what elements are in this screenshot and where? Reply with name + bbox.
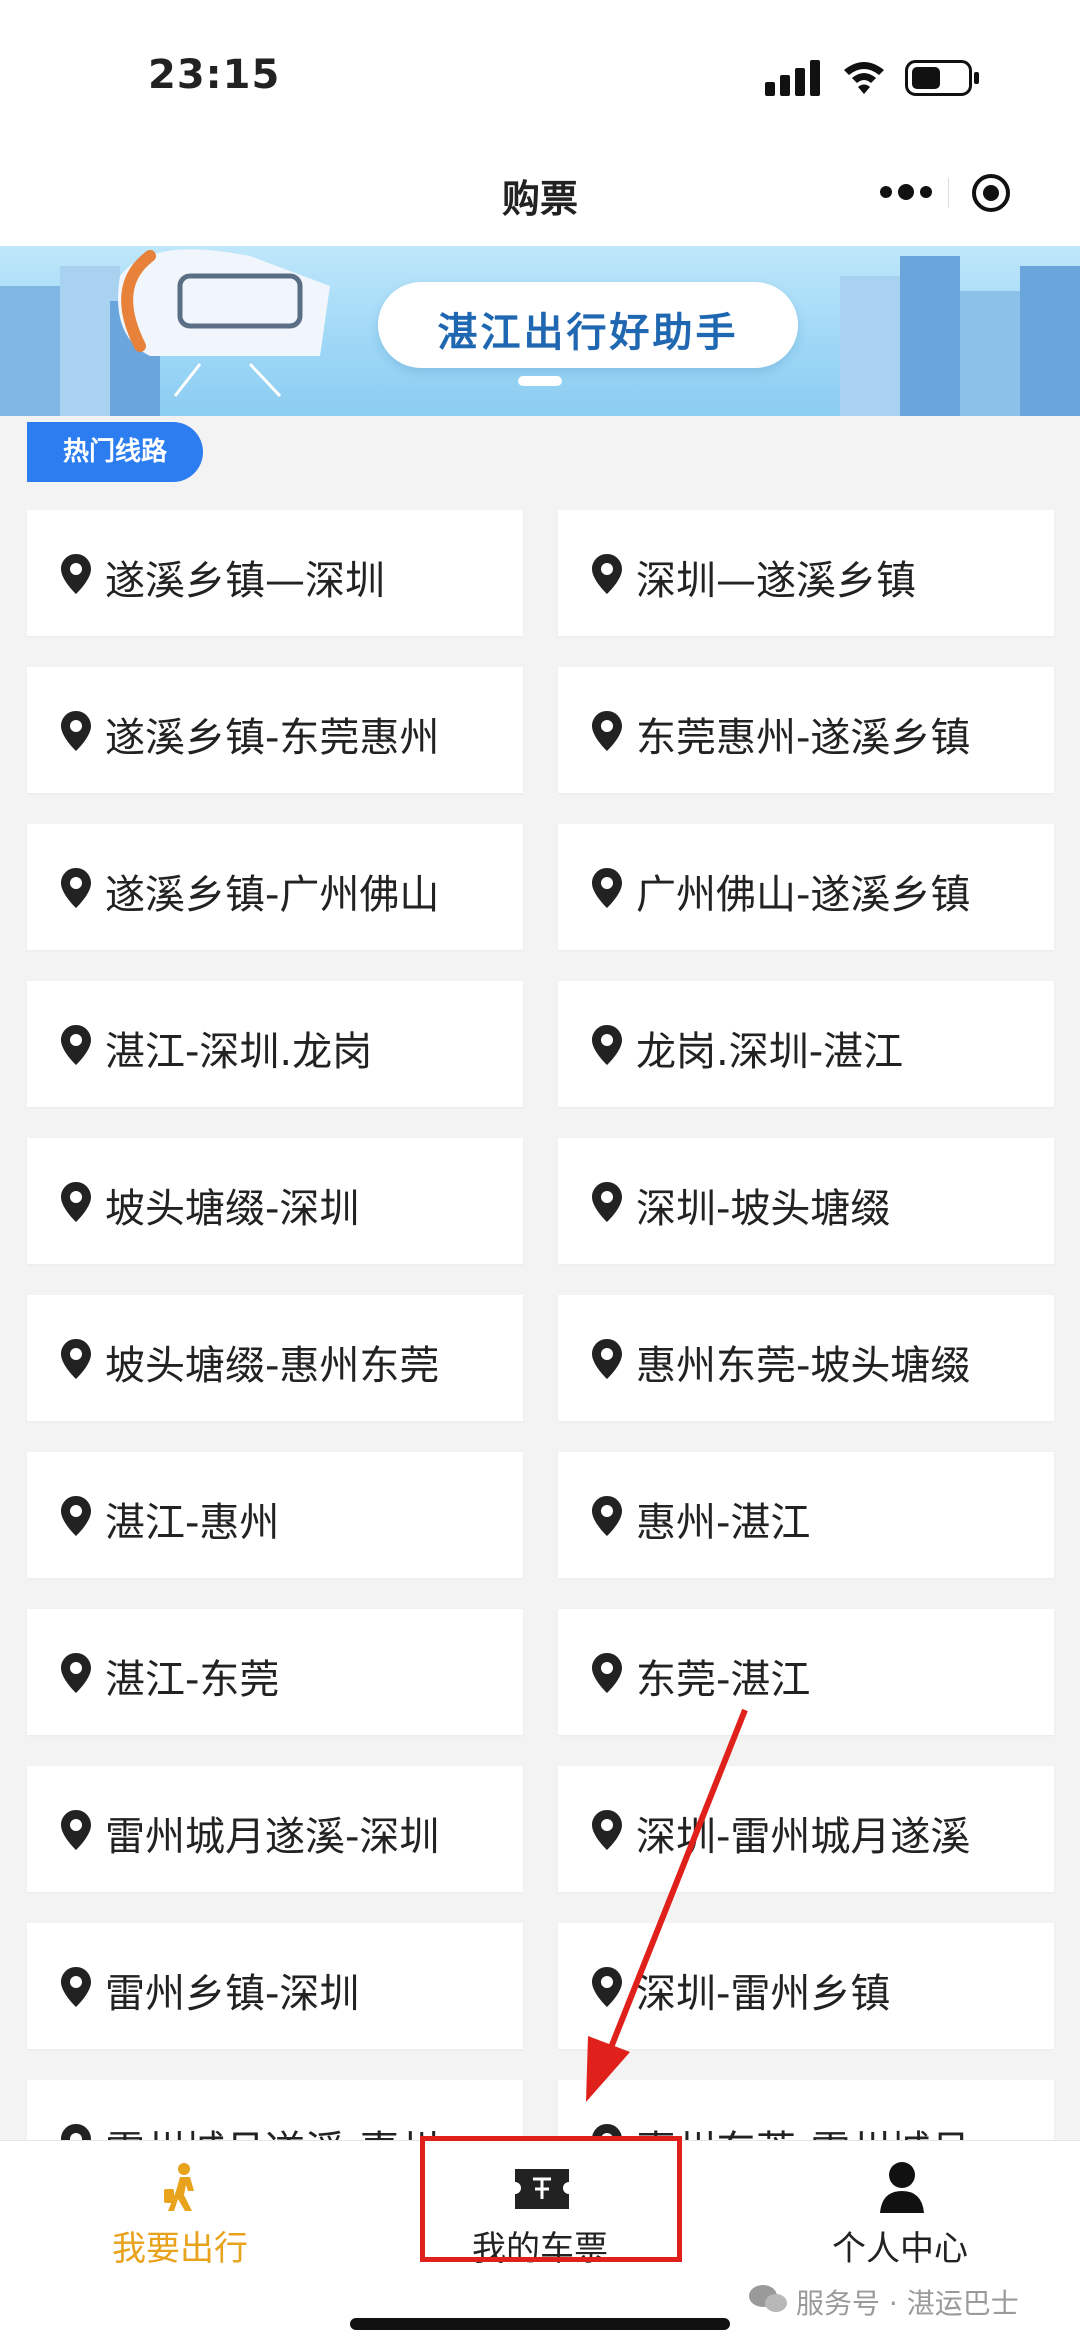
route-label: 东莞惠州-遂溪乡镇: [636, 715, 971, 761]
location-pin-icon: [592, 711, 622, 751]
location-pin-icon: [61, 1496, 91, 1536]
close-mini-program-icon[interactable]: [970, 172, 1012, 214]
route-card[interactable]: 深圳—遂溪乡镇: [558, 510, 1054, 636]
battery-icon: [905, 60, 979, 96]
route-label: 深圳-雷州城月遂溪: [636, 1814, 971, 1860]
location-pin-icon: [61, 1810, 91, 1850]
route-card[interactable]: 遂溪乡镇-广州佛山: [27, 824, 523, 950]
status-time: 23:15: [148, 52, 281, 98]
route-card[interactable]: 坡头塘缀-深圳: [27, 1138, 523, 1264]
route-label: 雷州城月遂溪-惠州: [105, 2118, 439, 2140]
location-pin-icon: [61, 554, 91, 594]
route-grid: 遂溪乡镇—深圳 深圳—遂溪乡镇 遂溪乡镇-东莞惠州 东莞惠州-遂溪乡镇 遂溪乡镇…: [0, 510, 1080, 2140]
location-pin-icon: [592, 1810, 622, 1850]
route-label: 遂溪乡镇-东莞惠州: [105, 715, 440, 761]
route-card[interactable]: 东莞惠州-遂溪乡镇: [558, 667, 1054, 793]
capsule-divider: [948, 178, 949, 208]
route-label: 深圳-坡头塘缀: [636, 1186, 891, 1232]
route-card[interactable]: 遂溪乡镇—深圳: [27, 510, 523, 636]
route-card[interactable]: 东莞-湛江: [558, 1609, 1054, 1735]
route-card[interactable]: 坡头塘缀-惠州东莞: [27, 1295, 523, 1421]
location-pin-icon: [61, 2124, 91, 2140]
route-card[interactable]: 深圳-雷州城月遂溪: [558, 1766, 1054, 1892]
route-label: 雷州乡镇-深圳: [105, 1971, 360, 2017]
location-pin-icon: [61, 1182, 91, 1222]
location-pin-icon: [61, 711, 91, 751]
route-label: 惠州东莞-雷州城月: [636, 2118, 970, 2140]
route-label: 湛江-东莞: [105, 1657, 280, 1703]
banner-slogan-pill: 湛江出行好助手: [378, 282, 798, 368]
more-options-icon[interactable]: [878, 184, 934, 200]
route-label: 惠州-湛江: [636, 1500, 811, 1546]
promo-banner[interactable]: 湛江出行好助手: [0, 246, 1080, 416]
route-card[interactable]: 龙岗.深圳-湛江: [558, 981, 1054, 1107]
route-label: 湛江-惠州: [105, 1500, 280, 1546]
tab-profile[interactable]: 个人中心: [720, 2141, 1080, 2281]
location-pin-icon: [592, 1025, 622, 1065]
route-card[interactable]: 遂溪乡镇-东莞惠州: [27, 667, 523, 793]
navigation-bar: 购票: [0, 150, 1080, 246]
banner-slogan: 湛江出行好助手: [437, 310, 739, 356]
route-label: 东莞-湛江: [636, 1657, 811, 1703]
tab-go-travel[interactable]: 我要出行: [0, 2141, 360, 2281]
location-pin-icon: [61, 868, 91, 908]
route-card[interactable]: 雷州城月遂溪-深圳: [27, 1766, 523, 1892]
location-pin-icon: [61, 1339, 91, 1379]
route-label: 惠州东莞-坡头塘缀: [636, 1343, 971, 1389]
person-icon: [880, 2162, 924, 2213]
tab-label: 我要出行: [112, 2229, 248, 2269]
location-pin-icon: [592, 1496, 622, 1536]
route-label: 湛江-深圳.龙岗: [105, 1029, 373, 1075]
route-card[interactable]: 惠州-湛江: [558, 1452, 1054, 1578]
route-card[interactable]: 雷州城月遂溪-惠州: [27, 2080, 523, 2140]
location-pin-icon: [592, 554, 622, 594]
route-label: 龙岗.深圳-湛江: [636, 1029, 904, 1075]
route-card[interactable]: 惠州东莞-雷州城月: [558, 2080, 1054, 2140]
wifi-icon: [844, 62, 884, 94]
route-label: 遂溪乡镇—深圳: [105, 558, 385, 604]
status-bar: 23:15: [0, 0, 1080, 150]
wechat-icon: [749, 2285, 787, 2312]
location-pin-icon: [592, 1339, 622, 1379]
route-card[interactable]: 惠州东莞-坡头塘缀: [558, 1295, 1054, 1421]
location-pin-icon: [592, 868, 622, 908]
location-pin-icon: [61, 1967, 91, 2007]
watermark-text: 服务号 · 湛运巴士: [796, 2287, 1019, 2320]
tab-label: 个人中心: [832, 2229, 968, 2269]
home-indicator: [350, 2318, 730, 2330]
route-card[interactable]: 深圳-雷州乡镇: [558, 1923, 1054, 2049]
walking-person-icon: [164, 2163, 194, 2211]
popular-routes-badge: 热门线路: [27, 422, 203, 482]
location-pin-icon: [61, 1653, 91, 1693]
annotation-highlight-box: [420, 2136, 682, 2262]
route-card[interactable]: 雷州乡镇-深圳: [27, 1923, 523, 2049]
route-label: 雷州城月遂溪-深圳: [105, 1814, 440, 1860]
route-label: 坡头塘缀-深圳: [105, 1186, 360, 1232]
route-label: 坡头塘缀-惠州东莞: [105, 1343, 440, 1389]
cellular-signal-icon: [765, 60, 820, 96]
route-label: 深圳—遂溪乡镇: [636, 558, 916, 604]
route-card[interactable]: 湛江-东莞: [27, 1609, 523, 1735]
route-label: 遂溪乡镇-广州佛山: [105, 872, 440, 918]
route-card[interactable]: 湛江-惠州: [27, 1452, 523, 1578]
location-pin-icon: [592, 1967, 622, 2007]
route-label: 深圳-雷州乡镇: [636, 1971, 891, 2017]
location-pin-icon: [592, 1182, 622, 1222]
route-card[interactable]: 湛江-深圳.龙岗: [27, 981, 523, 1107]
route-label: 广州佛山-遂溪乡镇: [636, 872, 971, 918]
banner-page-indicator: [518, 376, 562, 386]
location-pin-icon: [592, 1653, 622, 1693]
route-card[interactable]: 深圳-坡头塘缀: [558, 1138, 1054, 1264]
location-pin-icon: [61, 1025, 91, 1065]
route-card[interactable]: 广州佛山-遂溪乡镇: [558, 824, 1054, 950]
mini-program-capsule: [856, 162, 1036, 222]
